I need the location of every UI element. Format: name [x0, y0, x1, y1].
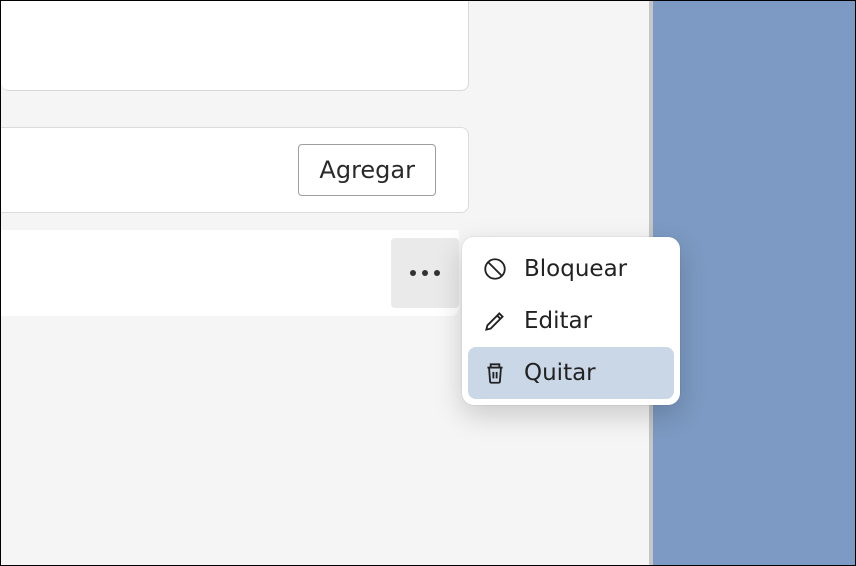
menu-item-label: Quitar	[524, 360, 596, 386]
add-button[interactable]: Agregar	[298, 144, 436, 196]
context-menu: Bloquear Editar Quitar	[462, 237, 680, 405]
add-row-card: Agregar	[1, 127, 469, 213]
content-card-top	[1, 1, 469, 91]
trash-icon	[482, 360, 508, 386]
menu-item-edit[interactable]: Editar	[468, 295, 674, 347]
ellipsis-icon	[410, 270, 440, 276]
add-button-label: Agregar	[319, 156, 415, 184]
list-row	[1, 230, 459, 316]
block-icon	[482, 256, 508, 282]
menu-item-label: Bloquear	[524, 256, 627, 282]
menu-item-label: Editar	[524, 308, 592, 334]
more-options-button[interactable]	[391, 238, 459, 308]
right-sidebar-panel	[653, 1, 855, 565]
edit-icon	[482, 308, 508, 334]
menu-item-remove[interactable]: Quitar	[468, 347, 674, 399]
menu-item-block[interactable]: Bloquear	[468, 243, 674, 295]
